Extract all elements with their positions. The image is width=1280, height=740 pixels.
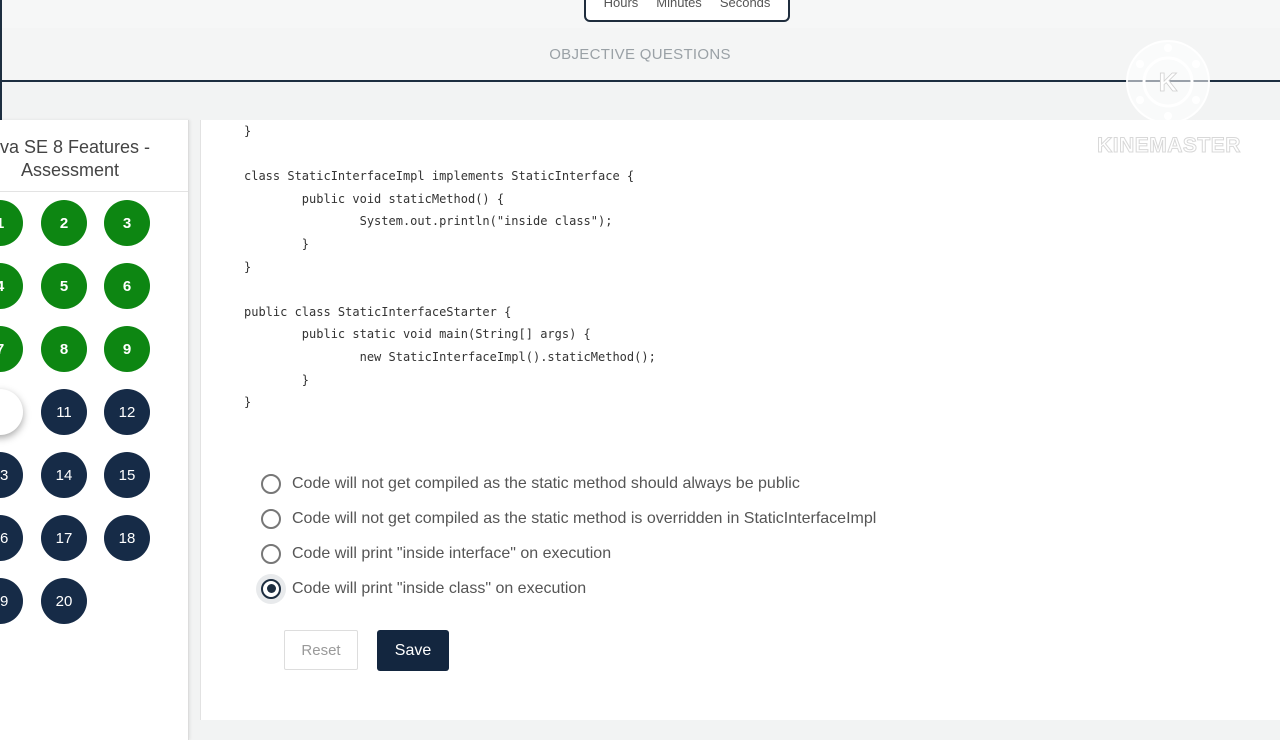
option-label: Code will print "inside class" on execut… [292, 579, 587, 597]
countdown-timer: Hours Minutes Seconds [584, 0, 790, 22]
section-header: OBJECTIVE QUESTIONS [0, 28, 1280, 82]
question-6-button[interactable]: 6 [104, 263, 150, 309]
question-navigator: ava SE 8 Features - Assessment 123456789… [0, 120, 189, 740]
answer-option[interactable]: Code will print "inside interface" on ex… [261, 536, 876, 571]
section-title: OBJECTIVE QUESTIONS [549, 45, 731, 63]
assessment-title: ava SE 8 Features - Assessment [0, 137, 151, 180]
question-11-button[interactable]: 11 [41, 389, 87, 435]
answer-option[interactable]: Code will not get compiled as the static… [261, 501, 876, 536]
question-20-button[interactable]: 20 [41, 578, 87, 624]
question-12-button[interactable]: 12 [104, 389, 150, 435]
question-5-button[interactable]: 5 [41, 263, 87, 309]
question-13-button[interactable]: 13 [0, 452, 23, 498]
timer-hours-label: Hours [603, 0, 639, 10]
question-18-button[interactable]: 18 [104, 515, 150, 561]
question-2-button[interactable]: 2 [41, 200, 87, 246]
reset-button[interactable]: Reset [284, 630, 358, 670]
radio-button[interactable] [261, 473, 281, 494]
question-16-button[interactable]: 16 [0, 515, 23, 561]
question-9-button[interactable]: 9 [104, 326, 150, 372]
answer-option[interactable]: Code will not get compiled as the static… [261, 466, 876, 501]
timer-seconds-label: Seconds [719, 0, 771, 10]
option-label: Code will not get compiled as the static… [292, 509, 877, 527]
question-8-button[interactable]: 8 [41, 326, 87, 372]
option-label: Code will print "inside interface" on ex… [292, 544, 612, 562]
radio-button[interactable] [261, 578, 281, 599]
answer-options: Code will not get compiled as the static… [261, 466, 876, 606]
save-button[interactable]: Save [377, 630, 449, 671]
timer-minutes-label: Minutes [656, 0, 702, 10]
question-7-button[interactable]: 7 [0, 326, 23, 372]
answer-option[interactable]: Code will print "inside class" on execut… [261, 571, 876, 606]
top-bar: Hours Minutes Seconds [0, 0, 1280, 28]
radio-button[interactable] [261, 543, 281, 564]
question-19-button[interactable]: 19 [0, 578, 23, 624]
question-1-button[interactable]: 1 [0, 200, 23, 246]
question-4-button[interactable]: 4 [0, 263, 23, 309]
radio-button[interactable] [261, 508, 281, 529]
question-10-button[interactable]: 10 [0, 389, 23, 435]
question-panel: } class StaticInterfaceImpl implements S… [200, 120, 1280, 720]
question-3-button[interactable]: 3 [104, 200, 150, 246]
kinemaster-watermark: KINEMASTER [1097, 134, 1241, 158]
option-label: Code will not get compiled as the static… [292, 474, 800, 492]
logo-letter: K [1159, 67, 1178, 97]
question-17-button[interactable]: 17 [41, 515, 87, 561]
kinemaster-logo-icon: K [1126, 40, 1210, 124]
kinemaster-logo-svg: K [1136, 44, 1200, 120]
question-14-button[interactable]: 14 [41, 452, 87, 498]
question-code: } class StaticInterfaceImpl implements S… [244, 124, 656, 410]
question-15-button[interactable]: 15 [104, 452, 150, 498]
divider [0, 191, 188, 192]
